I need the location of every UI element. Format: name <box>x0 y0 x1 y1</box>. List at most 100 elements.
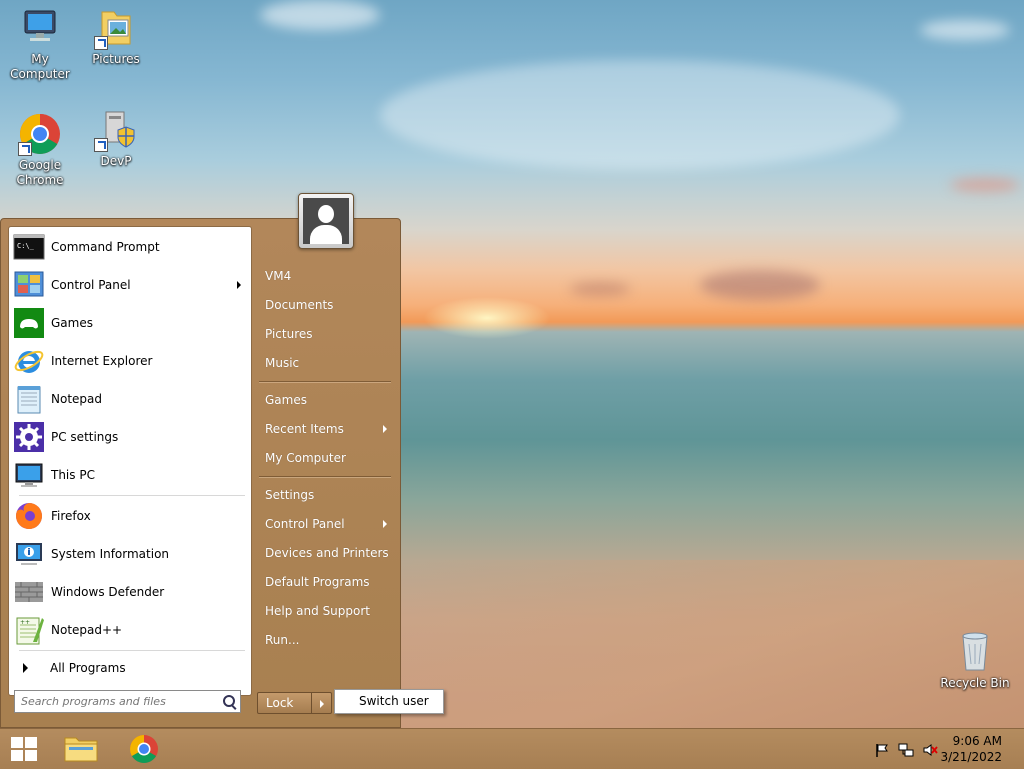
link-label: Settings <box>265 488 315 502</box>
program-system-information[interactable]: System Information <box>13 536 249 572</box>
submenu-arrow-icon <box>383 425 387 433</box>
recycle-bin-icon <box>953 630 997 674</box>
desktop-icon-label: DevP <box>100 154 132 168</box>
desktop-icon-devp[interactable]: DevP <box>76 108 156 169</box>
link-label: My Computer <box>265 451 346 465</box>
desktop-icon-my-computer[interactable]: My Computer <box>0 6 80 82</box>
cloud <box>700 270 820 300</box>
program-label: Notepad++ <box>51 623 123 637</box>
gear-icon <box>13 421 45 453</box>
link-help-and-support[interactable]: Help and Support <box>265 600 395 622</box>
svg-text:C:\_: C:\_ <box>17 242 35 250</box>
link-control-panel[interactable]: Control Panel <box>265 513 395 535</box>
file-explorer-icon <box>64 737 98 762</box>
firefox-icon <box>13 500 45 532</box>
installer-icon <box>94 108 138 152</box>
program-pc-settings[interactable]: PC settings <box>13 419 249 455</box>
notepad-icon <box>13 383 45 415</box>
pictures-folder-icon <box>94 6 138 50</box>
link-music[interactable]: Music <box>265 352 395 374</box>
program-label: Notepad <box>51 392 102 406</box>
file-explorer-button[interactable] <box>57 729 105 769</box>
link-label: Recent Items <box>265 422 344 436</box>
link-user-vm4[interactable]: VM4 <box>265 265 395 287</box>
link-label: Run... <box>265 633 300 647</box>
volume-muted-icon[interactable] <box>922 742 938 758</box>
power-options-arrow-button[interactable] <box>312 692 332 714</box>
program-label: Games <box>51 316 93 330</box>
search-input[interactable] <box>21 692 211 711</box>
lock-button[interactable]: Lock <box>257 692 312 714</box>
desktop-icon-label: Pictures <box>92 52 140 66</box>
action-center-flag-icon[interactable] <box>874 742 890 758</box>
all-programs-button[interactable]: All Programs <box>13 655 249 681</box>
cloud <box>950 178 1020 192</box>
user-account-picture[interactable] <box>298 193 354 249</box>
search-icon[interactable] <box>223 695 235 707</box>
divider <box>19 495 245 496</box>
svg-text:++: ++ <box>20 619 30 626</box>
desktop-icon-label: Google Chrome <box>16 158 64 187</box>
divider <box>19 650 245 651</box>
link-label: Devices and Printers <box>265 546 389 560</box>
program-notepad[interactable]: Notepad <box>13 381 249 417</box>
network-icon[interactable] <box>898 742 914 758</box>
link-label: Games <box>265 393 307 407</box>
program-label: Command Prompt <box>51 240 160 254</box>
link-documents[interactable]: Documents <box>265 294 395 316</box>
desktop-icon-label: Recycle Bin <box>940 676 1010 690</box>
program-this-pc[interactable]: This PC <box>13 457 249 493</box>
desktop-icon-recycle-bin[interactable]: Recycle Bin <box>935 630 1015 691</box>
cloud <box>260 0 380 30</box>
link-label: Documents <box>265 298 334 312</box>
cloud <box>570 282 630 296</box>
link-default-programs[interactable]: Default Programs <box>265 571 395 593</box>
program-label: Firefox <box>51 509 91 523</box>
windows-logo-icon <box>11 737 37 761</box>
link-my-computer[interactable]: My Computer <box>265 447 395 469</box>
program-windows-defender[interactable]: Windows Defender <box>13 574 249 610</box>
divider <box>259 476 391 477</box>
start-button[interactable] <box>0 729 48 769</box>
clock-time: 9:06 AM <box>952 734 1002 748</box>
program-control-panel[interactable]: Control Panel <box>13 267 249 303</box>
desktop-icon-pictures[interactable]: Pictures <box>76 6 156 67</box>
windows-defender-icon <box>13 576 45 608</box>
system-information-icon <box>13 538 45 570</box>
computer-icon <box>18 6 62 50</box>
program-label: Windows Defender <box>51 585 165 599</box>
chrome-icon <box>18 112 62 156</box>
control-panel-icon <box>13 269 45 301</box>
chrome-taskbar-button[interactable] <box>120 729 168 769</box>
search-programs-box[interactable] <box>14 690 241 713</box>
switch-user-menu-item[interactable]: Switch user <box>334 689 444 714</box>
link-recent-items[interactable]: Recent Items <box>265 418 395 440</box>
link-label: Help and Support <box>265 604 370 618</box>
link-label: Music <box>265 356 300 370</box>
desktop-icon-google-chrome[interactable]: Google Chrome <box>0 112 80 188</box>
program-notepad-plus-plus[interactable]: ++ Notepad++ <box>13 612 249 648</box>
submenu-arrow-icon <box>237 281 241 289</box>
link-pictures[interactable]: Pictures <box>265 323 395 345</box>
link-label: VM4 <box>265 269 292 283</box>
link-games[interactable]: Games <box>265 389 395 411</box>
link-label: Pictures <box>265 327 313 341</box>
user-icon <box>303 198 349 244</box>
shortcut-arrow-icon <box>94 36 108 50</box>
start-menu: C:\_ Command Prompt Control Panel Games … <box>0 218 401 728</box>
system-clock[interactable]: 9:06 AM 3/21/2022 <box>940 733 1002 765</box>
program-label: Control Panel <box>51 278 131 292</box>
link-devices-and-printers[interactable]: Devices and Printers <box>265 542 395 564</box>
program-command-prompt[interactable]: C:\_ Command Prompt <box>13 229 249 265</box>
program-games[interactable]: Games <box>13 305 249 341</box>
program-label: This PC <box>51 468 95 482</box>
link-run[interactable]: Run... <box>265 629 395 651</box>
games-icon <box>13 307 45 339</box>
program-internet-explorer[interactable]: Internet Explorer <box>13 343 249 379</box>
computer-icon <box>13 459 45 491</box>
beach-sand <box>400 560 1024 728</box>
program-firefox[interactable]: Firefox <box>13 498 249 534</box>
link-settings[interactable]: Settings <box>265 484 395 506</box>
link-label: Default Programs <box>265 575 370 589</box>
internet-explorer-icon <box>13 345 45 377</box>
